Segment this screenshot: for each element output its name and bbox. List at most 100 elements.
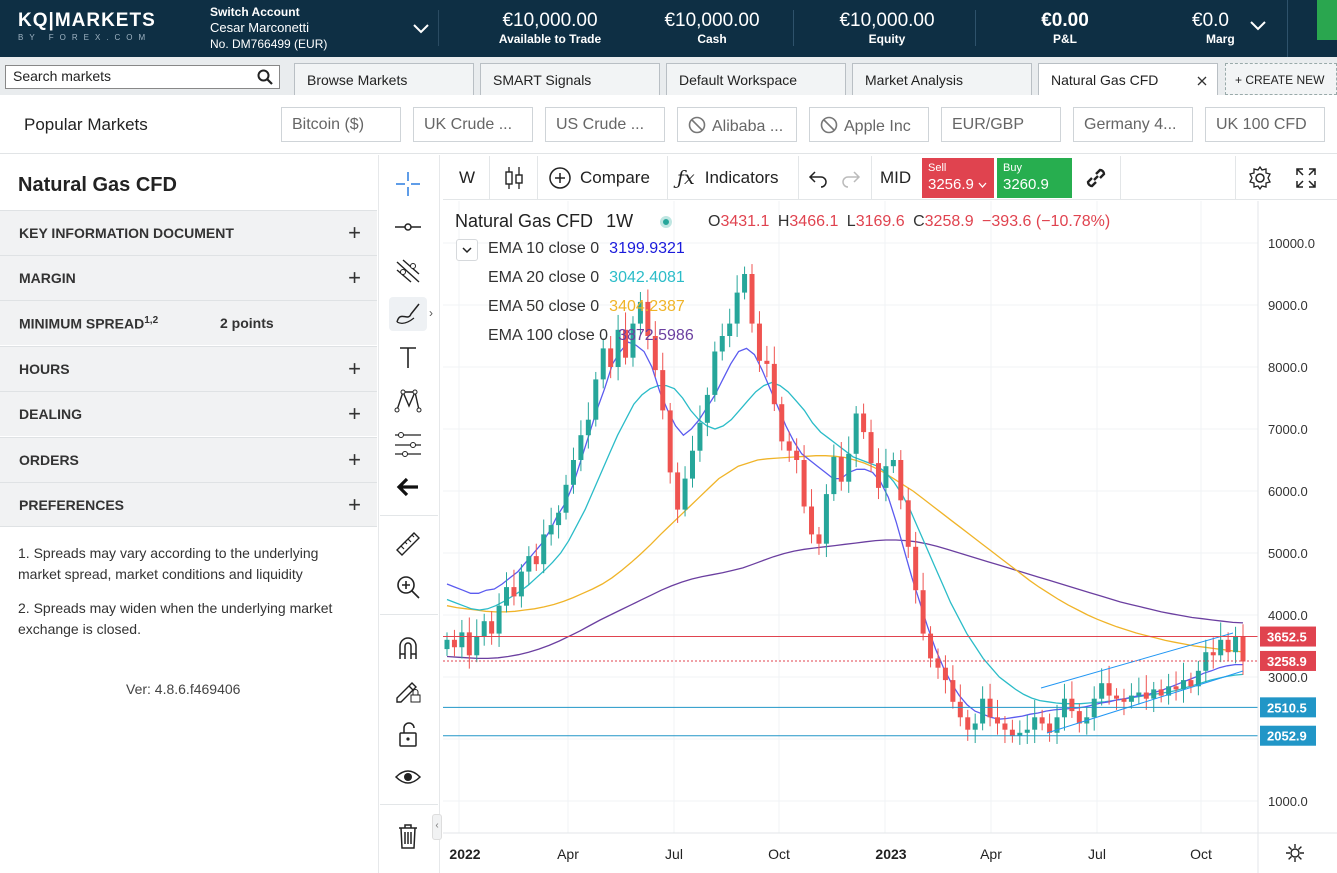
market-chip-eurgbp[interactable]: EUR/GBP: [941, 107, 1061, 142]
search-input[interactable]: Search markets: [5, 65, 280, 89]
green-status-tab[interactable]: [1317, 0, 1337, 40]
candlestick-icon: [505, 167, 523, 189]
ema100-legend[interactable]: EMA 100 close 0 3872.5986: [488, 327, 694, 345]
delete-drawings-tool[interactable]: [389, 819, 427, 853]
section-label: MARGIN: [19, 270, 76, 286]
stat-label: Marg: [1206, 32, 1235, 46]
price-mode-button[interactable]: MID: [880, 156, 911, 200]
candle-body: [794, 450, 800, 460]
zoom-tool[interactable]: [389, 570, 427, 604]
fib-tool[interactable]: [389, 253, 427, 287]
close-icon[interactable]: [1197, 76, 1207, 86]
collapse-legend-button[interactable]: [456, 239, 478, 261]
hide-toolbar-button[interactable]: [389, 470, 427, 504]
interval-button[interactable]: W: [452, 156, 482, 200]
market-chip-germany[interactable]: Germany 4...: [1073, 107, 1193, 142]
chevron-down-icon: [413, 24, 429, 34]
candle-body: [504, 587, 510, 606]
buy-price: 3260.9: [1003, 176, 1049, 193]
market-chip-us-crude[interactable]: US Crude ...: [545, 107, 665, 142]
stat-value: €10,000.00: [664, 10, 760, 31]
candle-body: [950, 680, 956, 702]
ema100-line: [446, 539, 1244, 660]
fullscreen-button[interactable]: [1295, 156, 1317, 200]
candle-body: [749, 274, 755, 324]
x-tick-label: 2022: [449, 846, 480, 862]
market-chip-apple[interactable]: Apple Inc: [809, 107, 929, 142]
section-hours[interactable]: HOURS +: [0, 346, 377, 391]
indicators-button[interactable]: ƒx Indicators: [677, 156, 778, 200]
account-switcher[interactable]: Switch Account Cesar Marconetti No. DM76…: [210, 4, 327, 52]
ruler-tool[interactable]: [389, 527, 427, 561]
market-chip-uk100[interactable]: UK 100 CFD: [1205, 107, 1325, 142]
toolbar-divider: [667, 156, 668, 200]
section-orders[interactable]: ORDERS +: [0, 437, 377, 482]
brand-logo[interactable]: KQ|MARKETS BY FOREX.COM: [18, 10, 178, 50]
candle-body: [779, 404, 785, 442]
candle-body: [444, 639, 450, 650]
ema-value: 3199.9321: [609, 240, 685, 257]
magnet-tool[interactable]: [389, 630, 427, 664]
link-button[interactable]: [1083, 156, 1109, 200]
candle-body: [809, 506, 815, 535]
market-chip-bitcoin[interactable]: Bitcoin ($): [281, 107, 401, 142]
lock-drawings-tool[interactable]: [389, 673, 427, 707]
candle-body: [578, 435, 584, 460]
section-key-info[interactable]: KEY INFORMATION DOCUMENT +: [0, 210, 377, 255]
tab-market-analysis[interactable]: Market Analysis: [852, 63, 1032, 95]
lock-tool[interactable]: [389, 717, 427, 751]
candle-body: [846, 453, 852, 482]
candle-body: [451, 639, 457, 648]
section-margin[interactable]: MARGIN +: [0, 255, 377, 300]
spread-label: MINIMUM SPREAD: [19, 315, 145, 332]
lock-icon: [399, 722, 417, 747]
candle-body: [1218, 639, 1224, 656]
tab-natural-gas[interactable]: Natural Gas CFD: [1038, 63, 1218, 95]
toolbar-divider: [1120, 156, 1121, 200]
account-dropdown-toggle[interactable]: [405, 10, 439, 46]
open-label: O: [708, 213, 721, 230]
compare-button[interactable]: Compare: [548, 156, 650, 200]
measure-tool[interactable]: [389, 426, 427, 460]
market-chip-alibaba[interactable]: Alibaba ...: [677, 107, 797, 142]
ema20-line: [446, 381, 1244, 705]
ema10-legend[interactable]: EMA 10 close 0 3199.9321: [488, 240, 685, 258]
ema20-legend[interactable]: EMA 20 close 0 3042.4081: [488, 269, 685, 287]
buy-button[interactable]: Buy 3260.9: [997, 158, 1072, 198]
collapse-toolbar-handle[interactable]: ‹: [432, 814, 442, 840]
candle-body: [1032, 717, 1038, 730]
candle-body: [1061, 698, 1067, 718]
line-tool[interactable]: [389, 210, 427, 244]
expand-icon: +: [348, 401, 361, 426]
stats-dropdown-toggle[interactable]: [1250, 18, 1266, 36]
chart-type-button[interactable]: [500, 156, 528, 200]
chart-settings-button[interactable]: [1247, 156, 1273, 200]
fullscreen-icon: [1296, 168, 1316, 188]
candle-body: [1128, 695, 1134, 702]
candle-body: [1180, 680, 1186, 690]
redo-button[interactable]: [840, 156, 862, 200]
crosshair-tool[interactable]: [389, 167, 427, 201]
pattern-tool[interactable]: [389, 383, 427, 417]
text-tool[interactable]: [389, 340, 427, 374]
sell-button[interactable]: Sell 3256.9: [922, 158, 994, 198]
section-preferences[interactable]: PREFERENCES +: [0, 482, 377, 527]
brush-tool[interactable]: ›: [389, 297, 433, 331]
undo-button[interactable]: [807, 156, 829, 200]
visibility-tool[interactable]: [389, 760, 427, 794]
candle-body: [853, 413, 859, 454]
measure-icon: [395, 432, 421, 457]
stat-margin: €0.0 Marg: [1192, 10, 1236, 50]
search-icon[interactable]: [257, 69, 273, 85]
tab-browse-markets[interactable]: Browse Markets: [294, 63, 474, 95]
tab-smart-signals[interactable]: SMART Signals: [480, 63, 660, 95]
candle-body: [972, 723, 978, 730]
tab-default-workspace[interactable]: Default Workspace: [666, 63, 846, 95]
ema50-legend[interactable]: EMA 50 close 0 3404.2387: [488, 298, 685, 316]
section-dealing[interactable]: DEALING +: [0, 391, 377, 436]
sell-label: Sell: [928, 162, 947, 174]
market-chip-uk-crude[interactable]: UK Crude ...: [413, 107, 533, 142]
candle-body: [920, 590, 926, 634]
candle-body: [875, 463, 881, 488]
create-new-tab-button[interactable]: + CREATE NEW: [1225, 63, 1337, 95]
